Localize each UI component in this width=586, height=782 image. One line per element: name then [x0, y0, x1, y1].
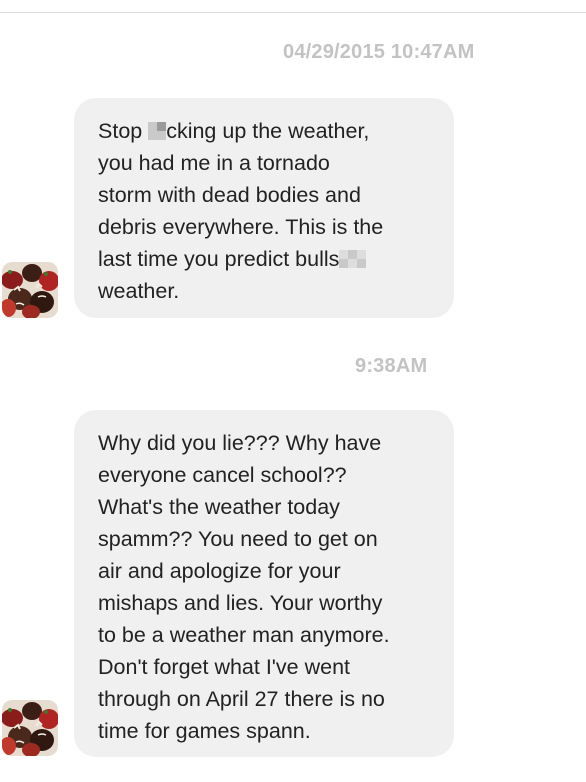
message-line: last time you predict bulls: [98, 243, 440, 275]
message-line: weather.: [98, 279, 180, 303]
message-line: everyone cancel school??: [98, 463, 347, 487]
message-bubble[interactable]: Why did you lie??? Why have everyone can…: [74, 410, 454, 757]
message-line: storm with dead bodies and: [98, 183, 361, 207]
top-divider: [0, 12, 586, 13]
message-line: time for games spann.: [98, 719, 311, 743]
chocolate-strawberries-avatar-icon: [2, 700, 58, 756]
chocolate-strawberries-avatar-icon: [2, 262, 58, 318]
sender-avatar[interactable]: [2, 262, 58, 318]
message-line: debris everywhere. This is the: [98, 215, 384, 239]
message-line: air and apologize for your: [98, 559, 341, 583]
censor-block-icon: [339, 250, 367, 268]
censor-block-icon: [148, 122, 167, 140]
message-line: you had me in a tornado: [98, 151, 330, 175]
message-line: spamm?? You need to get on: [98, 527, 378, 551]
message-line: Stop cking up the weather,: [98, 119, 370, 143]
message-line: What's the weather today: [98, 495, 340, 519]
message-timestamp: 9:38AM: [355, 355, 428, 377]
message-line: to be a weather man anymore.: [98, 623, 390, 647]
message-line: through on April 27 there is no: [98, 687, 385, 711]
message-timestamp: 04/29/2015 10:47AM: [283, 41, 475, 63]
message-line: Don't forget what I've went: [98, 655, 351, 679]
message-bubble[interactable]: Stop cking up the weather, you had me in…: [74, 98, 454, 318]
sender-avatar[interactable]: [2, 700, 58, 756]
message-line: mishaps and lies. Your worthy: [98, 591, 383, 615]
message-line: Why did you lie??? Why have: [98, 431, 382, 455]
